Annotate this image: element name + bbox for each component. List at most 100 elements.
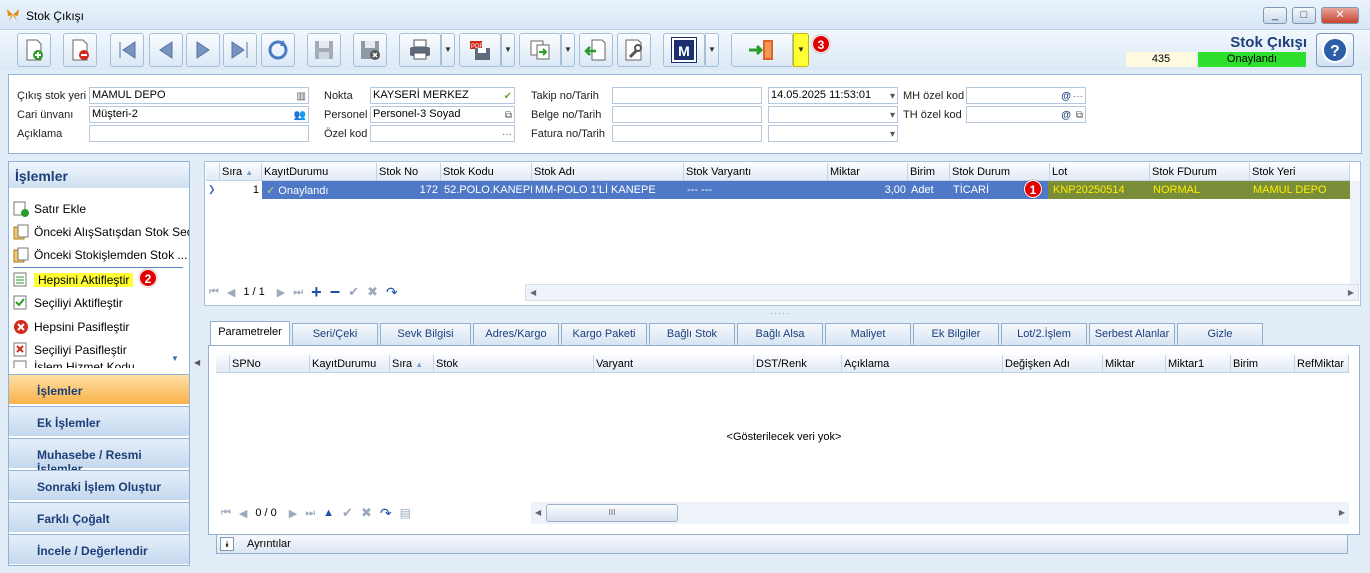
tab-serbest-alanlar[interactable]: Serbest Alanlar	[1089, 323, 1175, 345]
mh-ozel-kod-field[interactable]: @ ···	[966, 87, 1086, 104]
sub-horizontal-scrollbar[interactable]: ◀ III ▶	[531, 502, 1349, 524]
transfer-button[interactable]	[519, 33, 561, 67]
maximize-button[interactable]: □	[1292, 7, 1316, 24]
activate-all-item[interactable]: Hepsini Aktifleştir	[13, 270, 134, 290]
tab-adres-kargo[interactable]: Adres/Kargo	[473, 323, 559, 345]
prev-page-icon[interactable]: ◀	[239, 507, 247, 520]
sub-column-sira[interactable]: Sıra ▲	[390, 355, 434, 373]
nav-incele[interactable]: İncele / Değerlendir	[9, 534, 189, 564]
scroll-thumb[interactable]: III	[546, 504, 678, 522]
nav-muhasebe[interactable]: Muhasebe / Resmi İşlemler	[9, 438, 189, 476]
column-header-stokkodu[interactable]: Stok Kodu	[441, 163, 532, 181]
table-row[interactable]: ❯ 1 ✓ Onaylandı 172 52.POLO.KANEPE MM-PO…	[206, 181, 1350, 199]
move-up-icon[interactable]: ▲	[323, 507, 334, 519]
aciklama-field[interactable]	[89, 125, 309, 142]
column-header-kayitdurumu[interactable]: KayıtDurumu	[262, 163, 377, 181]
import-button[interactable]	[579, 33, 613, 67]
transfer-dropdown-arrow[interactable]: ▼	[561, 33, 575, 67]
nav-islemler[interactable]: İşlemler	[9, 374, 189, 404]
exit-button[interactable]	[731, 33, 793, 67]
column-header-birim[interactable]: Birim	[908, 163, 950, 181]
tab-seri-ceki[interactable]: Seri/Çeki	[292, 323, 378, 345]
service-code-item[interactable]: İşlem Hizmet Kodu	[13, 360, 189, 368]
tab-kargo-paketi[interactable]: Kargo Paketi	[561, 323, 647, 345]
column-header-stokadi[interactable]: Stok Adı	[532, 163, 684, 181]
deactivate-all-item[interactable]: Hepsini Pasifleştir	[13, 317, 189, 337]
m-module-button[interactable]: M	[663, 33, 705, 67]
tab-maliyet[interactable]: Maliyet	[825, 323, 911, 345]
column-chooser-icon[interactable]: ▤	[400, 506, 411, 520]
sub-column-stok[interactable]: Stok	[434, 355, 594, 373]
sub-column-dst-renk[interactable]: DST/Renk	[754, 355, 842, 373]
sub-column-birim[interactable]: Birim	[1231, 355, 1295, 373]
column-header-lot[interactable]: Lot	[1050, 163, 1150, 181]
remove-row-icon[interactable]: −	[330, 282, 341, 303]
ozel-kod-field[interactable]: ···	[370, 125, 515, 142]
cancel-save-button[interactable]	[353, 33, 387, 67]
deactivate-selected-item[interactable]: Seçiliyi Pasifleştir	[13, 340, 189, 360]
nokta-field[interactable]: KAYSERİ MERKEZ ✔	[370, 87, 515, 104]
first-record-button[interactable]	[110, 33, 144, 67]
horizontal-scrollbar[interactable]: ◀ ▶	[525, 284, 1359, 301]
fatura-date-field[interactable]: ▾	[768, 125, 898, 142]
sub-column-varyant[interactable]: Varyant	[594, 355, 754, 373]
cikis-stok-yeri-field[interactable]: MAMUL DEPO ▥	[89, 87, 309, 104]
previous-record-button[interactable]	[149, 33, 183, 67]
tab-ek-bilgiler[interactable]: Ek Bilgiler	[913, 323, 999, 345]
nav-farkli-cogalt[interactable]: Farklı Çoğalt	[9, 502, 189, 532]
redo-icon[interactable]: ↷	[386, 284, 398, 301]
close-window-button[interactable]: ✕	[1321, 7, 1359, 24]
exit-dropdown-arrow[interactable]: ▼	[793, 33, 809, 67]
prev-page-icon[interactable]: ◀	[227, 286, 235, 299]
fatura-no-field[interactable]	[612, 125, 762, 142]
scroll-left-icon[interactable]: ◀	[530, 288, 536, 297]
pdf-dropdown-arrow[interactable]: ▼	[501, 33, 515, 67]
expand-chevron-icon[interactable]: ⯯	[220, 537, 234, 551]
scroll-right-icon[interactable]: ▶	[1348, 288, 1354, 297]
collapse-panel-icon[interactable]: ◀	[194, 358, 200, 367]
sub-column-miktar1[interactable]: Miktar1	[1166, 355, 1231, 373]
sub-column-aciklama[interactable]: Açıklama	[842, 355, 1003, 373]
first-page-icon[interactable]: ⏮	[209, 286, 219, 299]
belge-no-field[interactable]	[612, 106, 762, 123]
print-dropdown-arrow[interactable]: ▼	[441, 33, 455, 67]
column-header-miktar[interactable]: Miktar	[828, 163, 908, 181]
splitter-handle[interactable]: ·····	[770, 308, 790, 318]
column-header-varyant[interactable]: Stok Varyantı	[684, 163, 828, 181]
m-dropdown-arrow[interactable]: ▼	[705, 33, 719, 67]
tab-parametreler[interactable]: Parametreler	[210, 321, 290, 345]
column-header-fdurum[interactable]: Stok FDurum	[1150, 163, 1250, 181]
belge-date-field[interactable]: ▾	[768, 106, 898, 123]
takip-date-field[interactable]: 14.05.2025 11:53:01 ▾	[768, 87, 898, 104]
activate-selected-item[interactable]: Seçiliyi Aktifleştir	[13, 293, 189, 313]
export-pdf-button[interactable]: PDF	[459, 33, 501, 67]
delete-record-button[interactable]	[63, 33, 97, 67]
takip-no-field[interactable]	[612, 87, 762, 104]
redo-icon[interactable]: ↷	[380, 505, 392, 522]
cancel-icon[interactable]: ✖	[367, 284, 378, 300]
cancel-icon[interactable]: ✖	[361, 505, 372, 521]
minimize-button[interactable]: _	[1263, 7, 1287, 24]
column-header-stokno[interactable]: Stok No	[377, 163, 441, 181]
last-page-icon[interactable]: ⏭	[305, 507, 315, 520]
new-record-button[interactable]	[17, 33, 51, 67]
confirm-icon[interactable]: ✔	[348, 284, 359, 300]
sub-column-spno[interactable]: SPNo	[230, 355, 310, 373]
nav-ek-islemler[interactable]: Ek İşlemler	[9, 406, 189, 436]
th-ozel-kod-field[interactable]: @ ⧉	[966, 106, 1086, 123]
scroll-left-icon[interactable]: ◀	[535, 508, 541, 517]
tab-bagli-stok[interactable]: Bağlı Stok	[649, 323, 735, 345]
last-page-icon[interactable]: ⏭	[293, 286, 303, 299]
settings-button[interactable]	[617, 33, 651, 67]
tab-gizle[interactable]: Gizle	[1177, 323, 1263, 345]
sub-column-kayitdurumu[interactable]: KayıtDurumu	[310, 355, 390, 373]
first-page-icon[interactable]: ⏮	[221, 507, 231, 520]
last-record-button[interactable]	[223, 33, 257, 67]
vertical-scrollbar[interactable]	[1350, 181, 1360, 285]
next-page-icon[interactable]: ▶	[289, 507, 297, 520]
confirm-icon[interactable]: ✔	[342, 505, 353, 521]
save-button[interactable]	[307, 33, 341, 67]
cari-unvani-field[interactable]: Müşteri-2 👥	[89, 106, 309, 123]
column-header-stokyeri[interactable]: Stok Yeri	[1250, 163, 1350, 181]
select-from-previous-sales-item[interactable]: Önceki AlışSatışdan Stok Seç	[13, 222, 189, 242]
